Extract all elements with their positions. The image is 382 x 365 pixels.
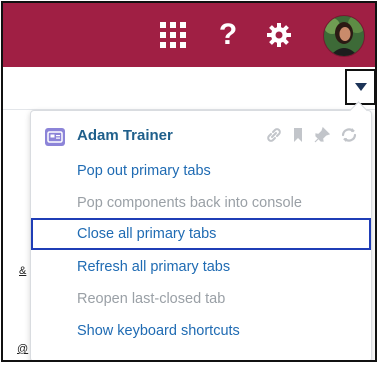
app-launcher-grid-icon[interactable]	[153, 15, 193, 55]
menu-header: Adam Trainer	[45, 125, 359, 149]
chevron-down-icon	[354, 83, 367, 91]
link-icon[interactable]	[265, 126, 283, 149]
close-all-primary-tabs-item[interactable]: Close all primary tabs	[31, 218, 371, 250]
tab-actions-menu: Adam Trainer Pop out primary tabs Pop co…	[30, 101, 372, 360]
pop-out-primary-tabs-item[interactable]: Pop out primary tabs	[31, 155, 371, 187]
background-link-fragment[interactable]: &	[19, 265, 26, 277]
header-actions	[265, 125, 359, 149]
bookmark-icon[interactable]	[291, 126, 305, 149]
contact-card-icon	[45, 128, 65, 146]
reopen-last-closed-tab-item: Reopen last-closed tab	[77, 291, 226, 307]
console-tab-bar	[3, 67, 375, 110]
pin-icon[interactable]	[313, 126, 331, 149]
navigation-dropdown-button[interactable]	[345, 69, 375, 105]
global-header: ?	[3, 3, 375, 67]
background-link-fragment[interactable]: @	[17, 343, 28, 355]
user-avatar[interactable]	[323, 15, 365, 57]
setup-gear-icon[interactable]	[259, 15, 299, 55]
refresh-icon[interactable]	[339, 126, 359, 149]
show-keyboard-shortcuts-item[interactable]: Show keyboard shortcuts	[31, 315, 371, 347]
help-question-icon[interactable]: ?	[211, 15, 245, 55]
screenshot-frame: ? & @ Adam Trainer Pop out primary tabs …	[1, 1, 377, 362]
pop-components-back-item: Pop components back into console	[77, 195, 302, 211]
menu-title: Adam Trainer	[77, 127, 173, 144]
refresh-all-primary-tabs-item[interactable]: Refresh all primary tabs	[31, 251, 371, 283]
